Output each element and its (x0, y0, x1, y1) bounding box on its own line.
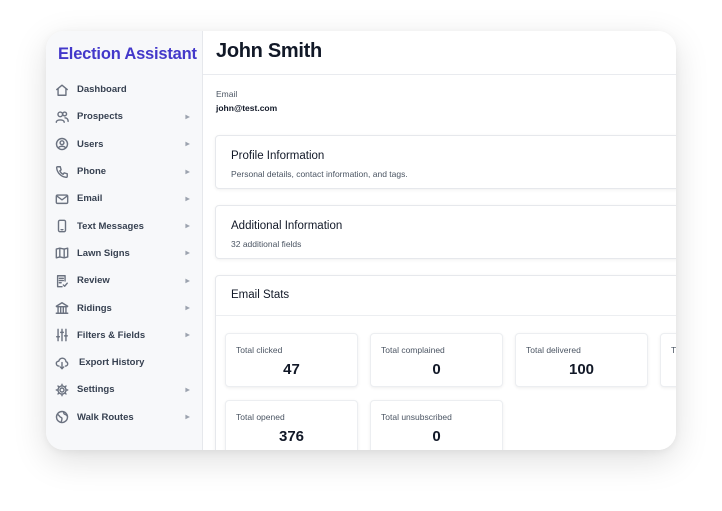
section-subtitle: 32 additional fields (231, 239, 302, 249)
chevron-right-icon: ▶ (185, 250, 190, 257)
sidebar-item-phone[interactable]: Phone ▶ (46, 158, 202, 185)
stat-card-total-clicked: Total clicked 47 (225, 333, 358, 387)
sidebar-item-users[interactable]: Users ▶ (46, 131, 202, 158)
stat-label: Total clicked (236, 345, 283, 355)
email-label: Email (216, 89, 238, 99)
section-title: Additional Information (231, 220, 343, 232)
stat-label: Total opened (236, 412, 285, 422)
sliders-icon (55, 328, 69, 342)
stat-label: T (671, 345, 676, 355)
main-content: John Smith Email john@test.com Profile I… (203, 31, 676, 450)
chevron-right-icon: ▶ (185, 278, 190, 285)
sidebar-item-label: Walk Routes (77, 411, 134, 423)
sidebar-item-label: Filters & Fields (77, 329, 146, 341)
sidebar-item-label: Phone (77, 166, 107, 178)
sidebar-item-walk-routes[interactable]: Walk Routes ▶ (46, 404, 202, 431)
stat-value: 0 (432, 361, 441, 378)
section-title: Email Stats (231, 289, 290, 301)
map-icon (55, 246, 69, 260)
envelope-icon (55, 192, 69, 206)
sidebar-item-label: Settings (77, 384, 115, 396)
sidebar-item-review[interactable]: Review ▶ (46, 267, 202, 294)
stat-value: 376 (278, 428, 305, 445)
sidebar-item-label: Ridings (77, 302, 112, 314)
additional-information-section[interactable]: Additional Information 32 additional fie… (215, 205, 676, 259)
stat-card-total-opened: Total opened 376 (225, 400, 358, 450)
sidebar-item-label: Dashboard (77, 84, 127, 96)
sidebar-item-lawn-signs[interactable]: Lawn Signs ▶ (46, 240, 202, 267)
sidebar-nav: Dashboard Prospects ▶ Users ▶ Phone ▶ Em… (46, 76, 202, 431)
stat-label: Total unsubscribed (381, 412, 452, 422)
sidebar-item-settings[interactable]: Settings ▶ (46, 376, 202, 403)
section-subtitle: Personal details, contact information, a… (231, 169, 408, 179)
mobile-icon (55, 219, 69, 233)
chevron-right-icon: ▶ (185, 141, 190, 148)
sidebar-item-email[interactable]: Email ▶ (46, 185, 202, 212)
app-brand[interactable]: Election Assistant (58, 45, 197, 64)
section-title: Profile Information (231, 150, 325, 162)
sidebar-item-label: Prospects (77, 111, 123, 123)
cloud-download-icon (55, 356, 69, 370)
chevron-right-icon: ▶ (185, 414, 190, 421)
page-title: John Smith (216, 40, 322, 62)
chevron-right-icon: ▶ (185, 387, 190, 394)
email-stats-header[interactable]: Email Stats (216, 276, 676, 316)
stat-value: 0 (432, 428, 441, 445)
sidebar-item-label: Users (77, 138, 104, 150)
document-check-icon (55, 274, 69, 288)
users-group-icon (55, 110, 69, 124)
phone-icon (55, 165, 69, 179)
stat-card-total-unsubscribed: Total unsubscribed 0 (370, 400, 503, 450)
stat-label: Total complained (381, 345, 445, 355)
building-icon (55, 301, 69, 315)
sidebar-item-filters-fields[interactable]: Filters & Fields ▶ (46, 322, 202, 349)
chevron-right-icon: ▶ (185, 196, 190, 203)
page-header: John Smith (203, 31, 676, 75)
sidebar-item-label: Export History (79, 357, 145, 369)
chevron-right-icon: ▶ (185, 169, 190, 176)
stat-card-total-delivered: Total delivered 100 (515, 333, 648, 387)
chevron-right-icon: ▶ (185, 114, 190, 121)
globe-icon (55, 410, 69, 424)
sidebar-item-export-history[interactable]: Export History (46, 349, 202, 376)
sidebar-item-label: Review (77, 275, 110, 287)
chevron-right-icon: ▶ (185, 332, 190, 339)
sidebar-item-label: Text Messages (77, 220, 144, 232)
sidebar: Election Assistant Dashboard Prospects ▶ (46, 31, 203, 450)
email-stats-section: Email Stats Total clicked 47 Total compl… (215, 275, 676, 450)
profile-information-section[interactable]: Profile Information Personal details, co… (215, 135, 676, 189)
stat-label: Total delivered (526, 345, 581, 355)
app-window: Election Assistant Dashboard Prospects ▶ (46, 31, 676, 450)
email-value: john@test.com (216, 103, 278, 113)
sidebar-item-label: Lawn Signs (77, 247, 130, 259)
sidebar-item-dashboard[interactable]: Dashboard (46, 76, 202, 103)
gear-icon (55, 383, 69, 397)
home-icon (55, 83, 69, 97)
stat-value: 100 (568, 361, 595, 378)
stat-card-total-complained: Total complained 0 (370, 333, 503, 387)
chevron-right-icon: ▶ (185, 305, 190, 312)
sidebar-item-label: Email (77, 193, 103, 205)
stat-card-truncated: T (660, 333, 676, 387)
sidebar-item-text-messages[interactable]: Text Messages ▶ (46, 212, 202, 239)
user-circle-icon (55, 137, 69, 151)
stat-value: 47 (283, 361, 300, 378)
sidebar-item-prospects[interactable]: Prospects ▶ (46, 103, 202, 130)
chevron-right-icon: ▶ (185, 223, 190, 230)
sidebar-item-ridings[interactable]: Ridings ▶ (46, 294, 202, 321)
